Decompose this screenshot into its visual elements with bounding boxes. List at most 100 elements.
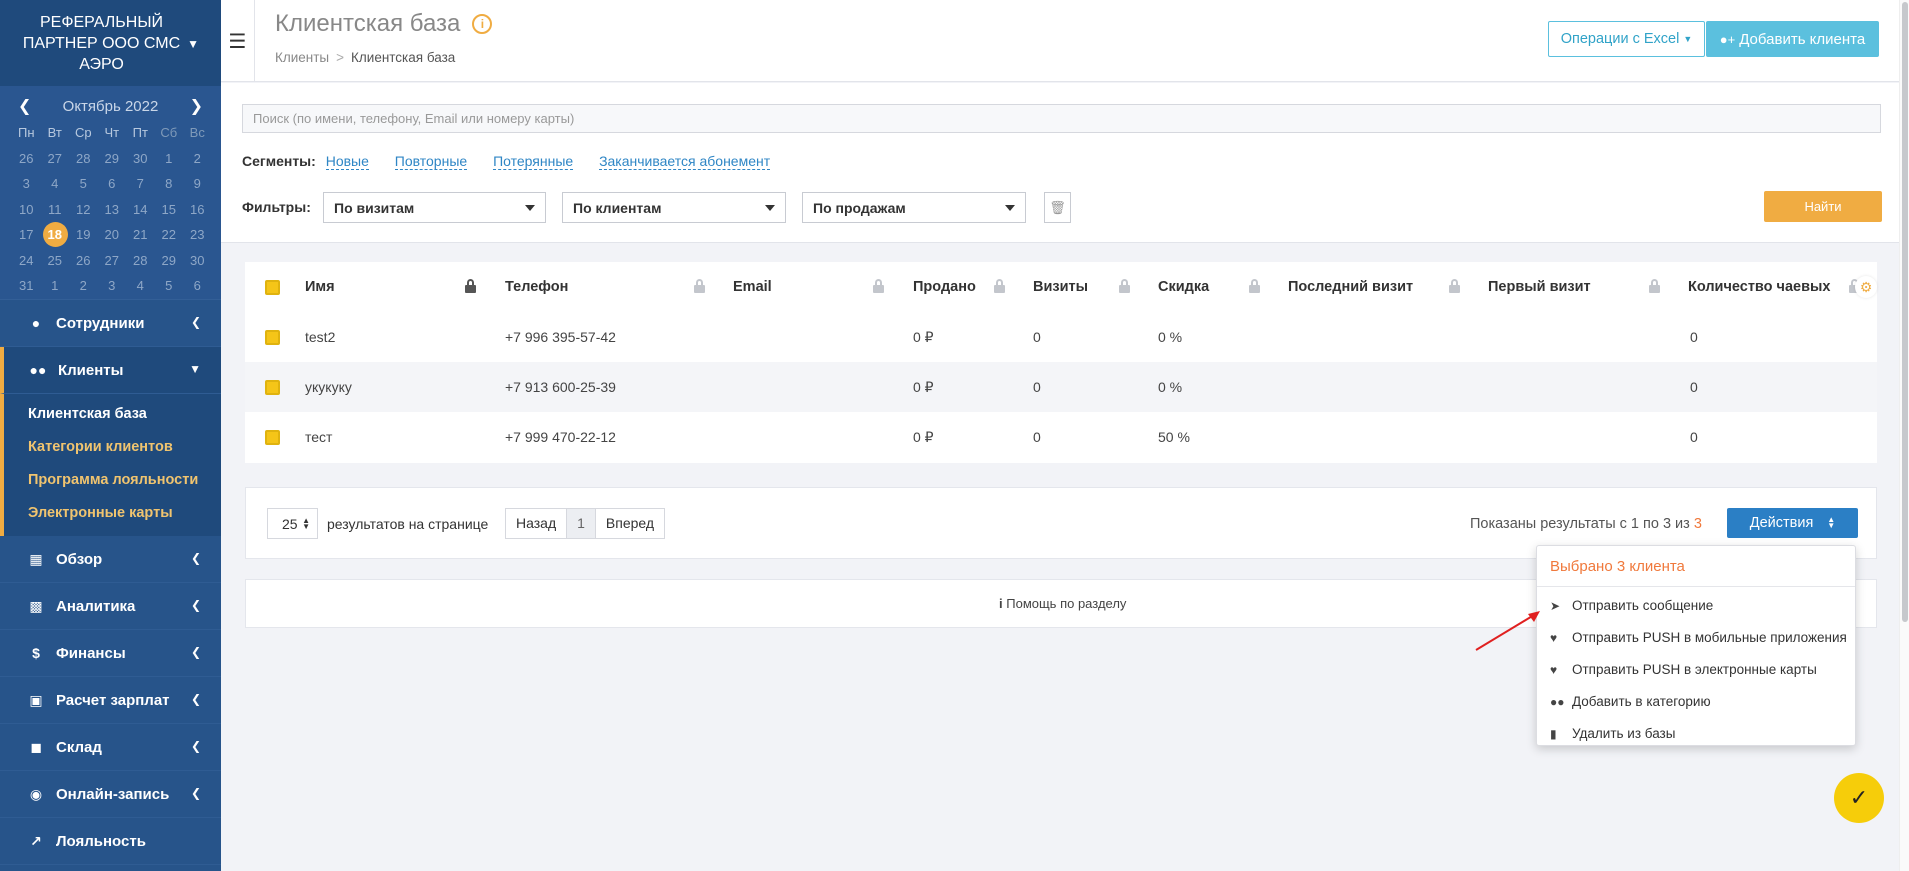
- calendar-day[interactable]: 29: [98, 146, 127, 172]
- calendar-day[interactable]: 10: [12, 197, 41, 223]
- calendar-day[interactable]: 23: [183, 222, 212, 248]
- calendar-next-icon[interactable]: ❯: [190, 96, 203, 116]
- row-checkbox[interactable]: [265, 380, 280, 395]
- help-link[interactable]: i Помощь по разделу: [999, 596, 1126, 611]
- client-name-link[interactable]: test2: [305, 312, 335, 362]
- menu-item-delete[interactable]: ▮ Удалить из базы: [1537, 718, 1855, 750]
- calendar-day[interactable]: 9: [183, 171, 212, 197]
- menu-item-add-to-category[interactable]: ●● Добавить в категорию: [1537, 686, 1855, 718]
- calendar-day[interactable]: 27: [41, 146, 70, 172]
- row-checkbox[interactable]: [265, 430, 280, 445]
- calendar-day[interactable]: 8: [155, 171, 184, 197]
- column-header-name[interactable]: Имя: [305, 262, 335, 312]
- column-header-last-visit[interactable]: Последний визит: [1288, 262, 1413, 312]
- sidebar-item-online-booking[interactable]: ◉ Онлайн-запись ❮: [0, 771, 221, 818]
- column-header-discount[interactable]: Скидка: [1158, 262, 1209, 312]
- calendar-day[interactable]: 15: [155, 197, 184, 223]
- sidebar-subitem-client-base[interactable]: Клиентская база: [4, 398, 221, 431]
- excel-operations-button[interactable]: Операции с Excel ▼: [1548, 21, 1705, 57]
- calendar-day[interactable]: 6: [98, 171, 127, 197]
- calendar-day-today[interactable]: 18: [41, 222, 70, 248]
- clear-filters-button[interactable]: 🗑: [1044, 192, 1071, 223]
- org-switcher[interactable]: РЕФЕРАЛЬНЫЙ ПАРТНЕР ООО СМС АЭРО ▼: [0, 0, 221, 86]
- breadcrumb-item-clients[interactable]: Клиенты: [275, 50, 329, 65]
- calendar-day[interactable]: 19: [69, 222, 98, 248]
- visits-filter-select[interactable]: По визитам: [323, 192, 546, 223]
- menu-item-push-cards[interactable]: ♥ Отправить PUSH в электронные карты: [1537, 654, 1855, 686]
- calendar-day[interactable]: 25: [41, 248, 70, 274]
- column-header-phone[interactable]: Телефон: [505, 262, 568, 312]
- calendar-day[interactable]: 24: [12, 248, 41, 274]
- calendar-day[interactable]: 21: [126, 222, 155, 248]
- calendar-day[interactable]: 29: [155, 248, 184, 274]
- page-button-current[interactable]: 1: [567, 509, 596, 538]
- calendar-day[interactable]: 30: [126, 146, 155, 172]
- calendar-day[interactable]: 20: [98, 222, 127, 248]
- info-icon[interactable]: i: [472, 14, 493, 34]
- sidebar-subitem-e-cards[interactable]: Электронные карты: [4, 497, 221, 530]
- column-header-email[interactable]: Email: [733, 262, 772, 312]
- column-header-tips[interactable]: Количество чаевых: [1688, 262, 1830, 312]
- prev-page-button[interactable]: Назад: [506, 509, 568, 538]
- sidebar-item-warehouse[interactable]: ◼ Склад ❮: [0, 724, 221, 771]
- support-widget-button[interactable]: ✓: [1834, 773, 1884, 823]
- scrollbar[interactable]: [1899, 0, 1909, 871]
- calendar-day[interactable]: 7: [126, 171, 155, 197]
- calendar-day[interactable]: 3: [98, 273, 127, 299]
- calendar-day[interactable]: 5: [69, 171, 98, 197]
- calendar-day[interactable]: 27: [98, 248, 127, 274]
- menu-item-push-mobile[interactable]: ♥ Отправить PUSH в мобильные приложения: [1537, 622, 1855, 654]
- add-client-button[interactable]: ●+ Добавить клиента: [1706, 21, 1879, 57]
- table-row[interactable]: тест +7 999 470-22-12 0 ₽ 0 50 % 0: [245, 412, 1877, 462]
- calendar-day[interactable]: 31: [12, 273, 41, 299]
- sidebar-subitem-loyalty-program[interactable]: Программа лояльности: [4, 464, 221, 497]
- find-button[interactable]: Найти: [1764, 191, 1882, 222]
- calendar-day[interactable]: 28: [126, 248, 155, 274]
- per-page-select[interactable]: 25 ▲ ▼: [267, 508, 318, 539]
- next-page-button[interactable]: Вперед: [596, 509, 664, 538]
- calendar-day[interactable]: 4: [126, 273, 155, 299]
- calendar-prev-icon[interactable]: ❮: [18, 96, 31, 116]
- column-header-first-visit[interactable]: Первый визит: [1488, 262, 1591, 312]
- scrollbar-thumb[interactable]: [1902, 2, 1908, 622]
- calendar-day[interactable]: 13: [98, 197, 127, 223]
- calendar-day[interactable]: 16: [183, 197, 212, 223]
- search-input[interactable]: Поиск (по имени, телефону, Email или ном…: [242, 104, 1881, 133]
- sidebar-item-finance[interactable]: $ Финансы ❮: [0, 630, 221, 677]
- table-row[interactable]: укукуку +7 913 600-25-39 0 ₽ 0 0 % 0: [245, 362, 1877, 412]
- sidebar-subitem-client-categories[interactable]: Категории клиентов: [4, 431, 221, 464]
- calendar-day[interactable]: 30: [183, 248, 212, 274]
- calendar-day[interactable]: 2: [69, 273, 98, 299]
- column-header-visits[interactable]: Визиты: [1033, 262, 1088, 312]
- sales-filter-select[interactable]: По продажам: [802, 192, 1026, 223]
- select-all-checkbox[interactable]: [265, 280, 280, 295]
- sidebar-item-overview[interactable]: ▦ Обзор ❮: [0, 536, 221, 583]
- actions-button[interactable]: Действия ▲ ▼: [1727, 508, 1858, 538]
- table-row[interactable]: test2 +7 996 395-57-42 0 ₽ 0 0 % 0: [245, 312, 1877, 362]
- segment-lost[interactable]: Потерянные: [493, 153, 574, 170]
- calendar-day[interactable]: 2: [183, 146, 212, 172]
- sidebar-item-analytics[interactable]: ▩ Аналитика ❮: [0, 583, 221, 630]
- calendar-day[interactable]: 12: [69, 197, 98, 223]
- sidebar-item-clients[interactable]: ●● Клиенты ▼: [0, 347, 221, 394]
- clients-filter-select[interactable]: По клиентам: [562, 192, 786, 223]
- client-name-link[interactable]: тест: [305, 412, 332, 462]
- calendar-day[interactable]: 1: [41, 273, 70, 299]
- calendar-day[interactable]: 5: [155, 273, 184, 299]
- segment-subscription-ending[interactable]: Заканчивается абонемент: [599, 153, 771, 170]
- hamburger-menu-icon[interactable]: ☰: [221, 0, 255, 82]
- calendar-day[interactable]: 4: [41, 171, 70, 197]
- calendar-day[interactable]: 22: [155, 222, 184, 248]
- calendar-day[interactable]: 1: [155, 146, 184, 172]
- column-header-sold[interactable]: Продано: [913, 262, 976, 312]
- calendar-day[interactable]: 26: [69, 248, 98, 274]
- calendar-day[interactable]: 6: [183, 273, 212, 299]
- row-checkbox[interactable]: [265, 330, 280, 345]
- sidebar-item-payroll[interactable]: ▣ Расчет зарплат ❮: [0, 677, 221, 724]
- calendar-day[interactable]: 3: [12, 171, 41, 197]
- menu-item-send-message[interactable]: ➤ Отправить сообщение: [1537, 590, 1855, 622]
- gear-icon[interactable]: ⚙: [1855, 276, 1877, 298]
- calendar-day[interactable]: 11: [41, 197, 70, 223]
- sidebar-item-loyalty[interactable]: ↗ Лояльность: [0, 818, 221, 865]
- client-name-link[interactable]: укукуку: [305, 362, 352, 412]
